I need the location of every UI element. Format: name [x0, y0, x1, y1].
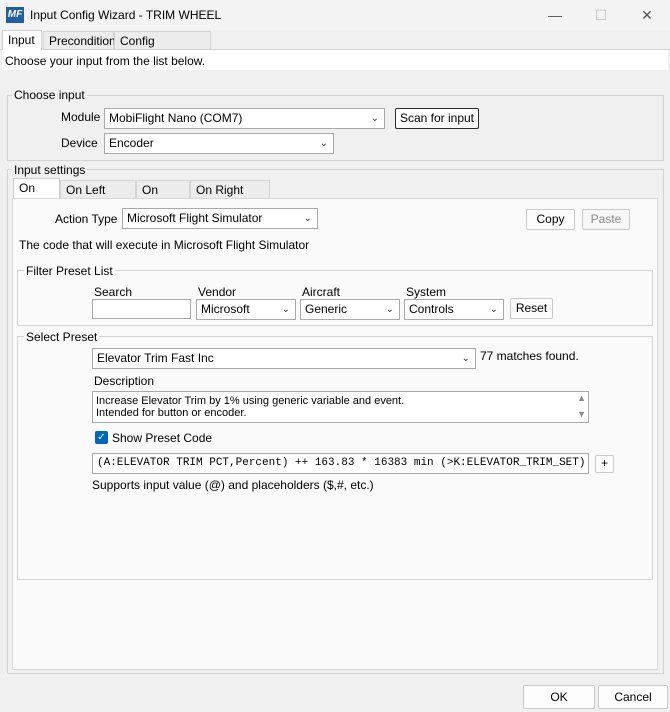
search-input[interactable] [92, 299, 191, 319]
scroll-up-icon[interactable]: ▲ [577, 393, 586, 403]
tab-input[interactable]: Input [2, 30, 42, 50]
vendor-select-value: Microsoft [201, 302, 250, 316]
system-select[interactable]: Controls ⌄ [404, 299, 504, 320]
aircraft-select[interactable]: Generic ⌄ [300, 299, 400, 320]
window-title: Input Config Wizard - TRIM WHEEL [30, 8, 222, 22]
tab-precondition-label: Precondition [49, 34, 116, 48]
module-select[interactable]: MobiFlight Nano (COM7) ⌄ [104, 108, 385, 129]
reset-button[interactable]: Reset [510, 298, 553, 319]
module-select-value: MobiFlight Nano (COM7) [109, 111, 243, 125]
check-icon: ✓ [97, 432, 106, 443]
support-info-text: Supports input value (@) and placeholder… [92, 478, 374, 492]
action-type-select-value: Microsoft Flight Simulator [127, 211, 263, 225]
code-info-text: The code that will execute in Microsoft … [19, 238, 310, 252]
choose-input-title: Choose input [12, 88, 87, 102]
preset-select[interactable]: Elevator Trim Fast Inc ⌄ [92, 348, 476, 369]
tab-on-right[interactable]: On Right [136, 180, 190, 215]
system-label: System [406, 285, 447, 299]
paste-button[interactable]: Paste [582, 209, 630, 230]
chevron-down-icon: ⌄ [461, 353, 470, 364]
maximize-button[interactable]: ☐ [578, 0, 624, 30]
chevron-down-icon: ⌄ [281, 304, 290, 315]
show-preset-code-checkbox[interactable]: ✓ [95, 431, 108, 444]
scan-for-input-button[interactable]: Scan for input [395, 108, 479, 129]
description-line-2: Intended for button or encoder. [96, 407, 247, 419]
tab-on-left-fast[interactable]: On Left (Fast) [60, 180, 136, 215]
chevron-down-icon: ⌄ [385, 304, 394, 315]
filter-preset-title: Filter Preset List [24, 264, 115, 278]
aircraft-label: Aircraft [302, 285, 341, 299]
tab-precondition[interactable]: Precondition [43, 31, 116, 49]
instructions-text: Choose your input from the list below. [5, 54, 206, 68]
action-type-label: Action Type [55, 212, 118, 226]
tab-on-left[interactable]: On Left [13, 178, 60, 213]
cancel-button[interactable]: Cancel [598, 685, 668, 709]
app-logo-icon: MF [6, 7, 24, 23]
input-settings-title: Input settings [12, 163, 88, 177]
preset-code-input[interactable]: (A:ELEVATOR TRIM PCT,Percent) ++ 163.83 … [92, 453, 589, 474]
copy-button[interactable]: Copy [526, 209, 575, 230]
device-select[interactable]: Encoder ⌄ [104, 133, 334, 154]
description-label: Description [94, 374, 155, 388]
matches-count-text: 77 matches found. [480, 349, 579, 363]
chevron-down-icon: ⌄ [489, 304, 498, 315]
tab-config-references[interactable]: Config References [114, 31, 211, 66]
scroll-down-icon[interactable]: ▼ [577, 409, 586, 419]
vendor-label: Vendor [198, 285, 237, 299]
minimize-button[interactable]: — [532, 0, 578, 30]
tab-on-right-fast[interactable]: On Right (Fast) [190, 180, 270, 215]
aircraft-select-value: Generic [305, 302, 348, 316]
ok-button[interactable]: OK [523, 685, 595, 709]
show-preset-code-label: Show Preset Code [112, 431, 213, 445]
module-label: Module [61, 110, 101, 124]
description-textarea[interactable]: Increase Elevator Trim by 1% using gener… [92, 391, 589, 423]
device-select-value: Encoder [109, 136, 154, 150]
chevron-down-icon: ⌄ [319, 138, 328, 149]
preset-select-value: Elevator Trim Fast Inc [97, 351, 214, 365]
title-bar: MF Input Config Wizard - TRIM WHEEL — ☐ … [0, 0, 670, 30]
tab-input-label: Input [8, 33, 35, 47]
device-label: Device [61, 136, 98, 150]
chevron-down-icon: ⌄ [303, 213, 312, 224]
select-preset-title: Select Preset [24, 330, 100, 344]
vendor-select[interactable]: Microsoft ⌄ [196, 299, 296, 320]
action-type-select[interactable]: Microsoft Flight Simulator ⌄ [122, 208, 318, 229]
description-line-1: Increase Elevator Trim by 1% using gener… [96, 395, 405, 407]
chevron-down-icon: ⌄ [370, 113, 379, 124]
search-label: Search [94, 285, 133, 299]
close-button[interactable]: ✕ [624, 0, 670, 30]
system-select-value: Controls [409, 302, 454, 316]
add-code-button[interactable]: + [595, 455, 614, 473]
